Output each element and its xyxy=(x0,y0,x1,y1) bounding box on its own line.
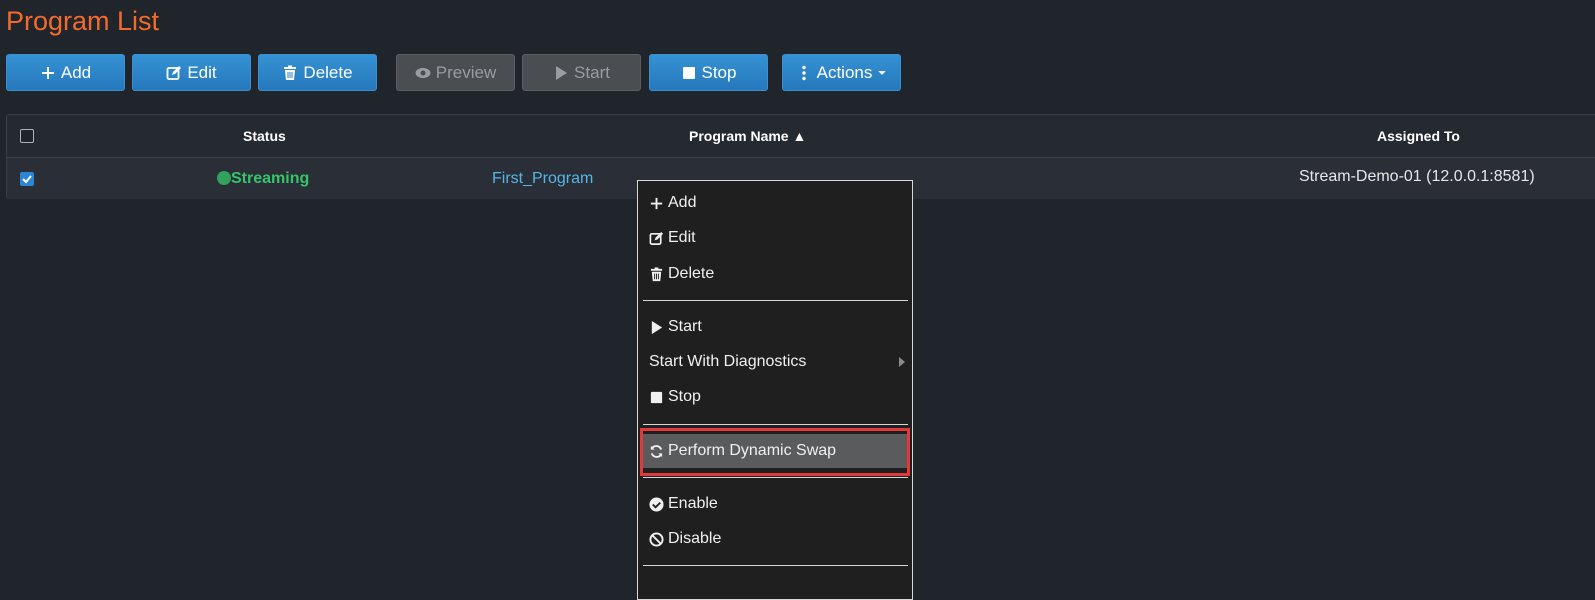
trash-icon xyxy=(650,266,663,281)
preview-button[interactable]: Preview xyxy=(396,54,515,91)
caret-down-icon xyxy=(878,70,887,75)
menu-divider xyxy=(643,565,908,566)
menu-item-label: Edit xyxy=(668,229,696,246)
column-header-program-name[interactable]: Program Name ▲ xyxy=(689,115,806,157)
context-menu: Add Edit Delete Start Start With Diagnos… xyxy=(637,180,913,600)
column-header-status[interactable]: Status xyxy=(243,115,286,157)
menu-item-label: Stop xyxy=(668,388,701,405)
select-all-checkbox[interactable] xyxy=(20,129,34,143)
edit-button[interactable]: Edit xyxy=(132,54,251,91)
submenu-arrow-icon xyxy=(899,357,905,367)
checkmark-icon xyxy=(22,175,32,184)
menu-item-label: Add xyxy=(668,194,697,211)
menu-divider xyxy=(643,424,908,425)
delete-button-label: Delete xyxy=(303,63,353,82)
menu-item-disable[interactable]: Disable xyxy=(643,522,907,556)
actions-button-label: Actions xyxy=(816,63,873,82)
menu-item-label: Delete xyxy=(668,265,715,282)
status-badge: Streaming xyxy=(231,170,310,187)
menu-item-delete[interactable]: Delete xyxy=(643,257,907,291)
actions-dropdown-button[interactable]: Actions xyxy=(782,54,901,91)
row-checkbox[interactable] xyxy=(20,172,34,186)
menu-item-label: Start xyxy=(668,318,702,335)
menu-item-perform-dynamic-swap[interactable]: Perform Dynamic Swap xyxy=(643,434,907,468)
delete-button[interactable]: Delete xyxy=(258,54,377,91)
add-button-label: Add xyxy=(60,63,92,82)
check-circle-icon xyxy=(649,496,664,512)
status-cell: Streaming xyxy=(217,158,309,199)
play-icon xyxy=(651,320,663,334)
page-title: Program List xyxy=(6,6,160,36)
menu-item-label: Start With Diagnostics xyxy=(649,353,807,370)
menu-item-label: Perform Dynamic Swap xyxy=(668,442,837,459)
menu-item-start-with-diagnostics[interactable]: Start With Diagnostics xyxy=(643,345,907,379)
preview-button-label: Preview xyxy=(435,63,497,82)
plus-icon xyxy=(650,197,663,209)
edit-icon xyxy=(166,65,182,80)
add-button[interactable]: Add xyxy=(6,54,125,91)
program-name-link[interactable]: First_Program xyxy=(492,158,593,199)
menu-item-label: Enable xyxy=(668,495,718,512)
start-button-label: Start xyxy=(574,63,610,82)
stop-button-label: Stop xyxy=(701,63,737,82)
refresh-icon xyxy=(650,444,663,458)
menu-divider xyxy=(643,300,908,301)
stop-icon xyxy=(682,66,695,79)
plus-icon xyxy=(41,66,54,79)
eye-icon xyxy=(415,67,431,78)
edit-icon xyxy=(649,231,664,245)
start-button[interactable]: Start xyxy=(522,54,641,91)
column-header-assigned-to[interactable]: Assigned To xyxy=(1377,115,1460,157)
toolbar: Add Edit Delete Preview Start Stop Actio… xyxy=(0,54,1595,91)
edit-button-label: Edit xyxy=(187,63,217,82)
stop-icon xyxy=(650,391,663,403)
stop-button[interactable]: Stop xyxy=(649,54,768,91)
ban-icon xyxy=(649,531,664,547)
trash-icon xyxy=(284,65,297,80)
vertical-dots-icon xyxy=(801,65,806,80)
menu-item-start[interactable]: Start xyxy=(643,310,907,344)
menu-item-add[interactable]: Add xyxy=(643,186,907,220)
menu-item-stop[interactable]: Stop xyxy=(643,380,907,414)
table-header: Status Program Name ▲ Assigned To xyxy=(7,115,1595,158)
menu-item-edit[interactable]: Edit xyxy=(643,221,907,255)
menu-divider xyxy=(643,477,908,478)
menu-item-enable[interactable]: Enable xyxy=(643,487,907,521)
play-icon xyxy=(556,65,568,80)
menu-item-label: Disable xyxy=(668,530,722,547)
assigned-to-cell: Stream-Demo-01 (12.0.0.1:8581) xyxy=(1299,168,1535,185)
status-indicator-icon xyxy=(217,171,231,185)
